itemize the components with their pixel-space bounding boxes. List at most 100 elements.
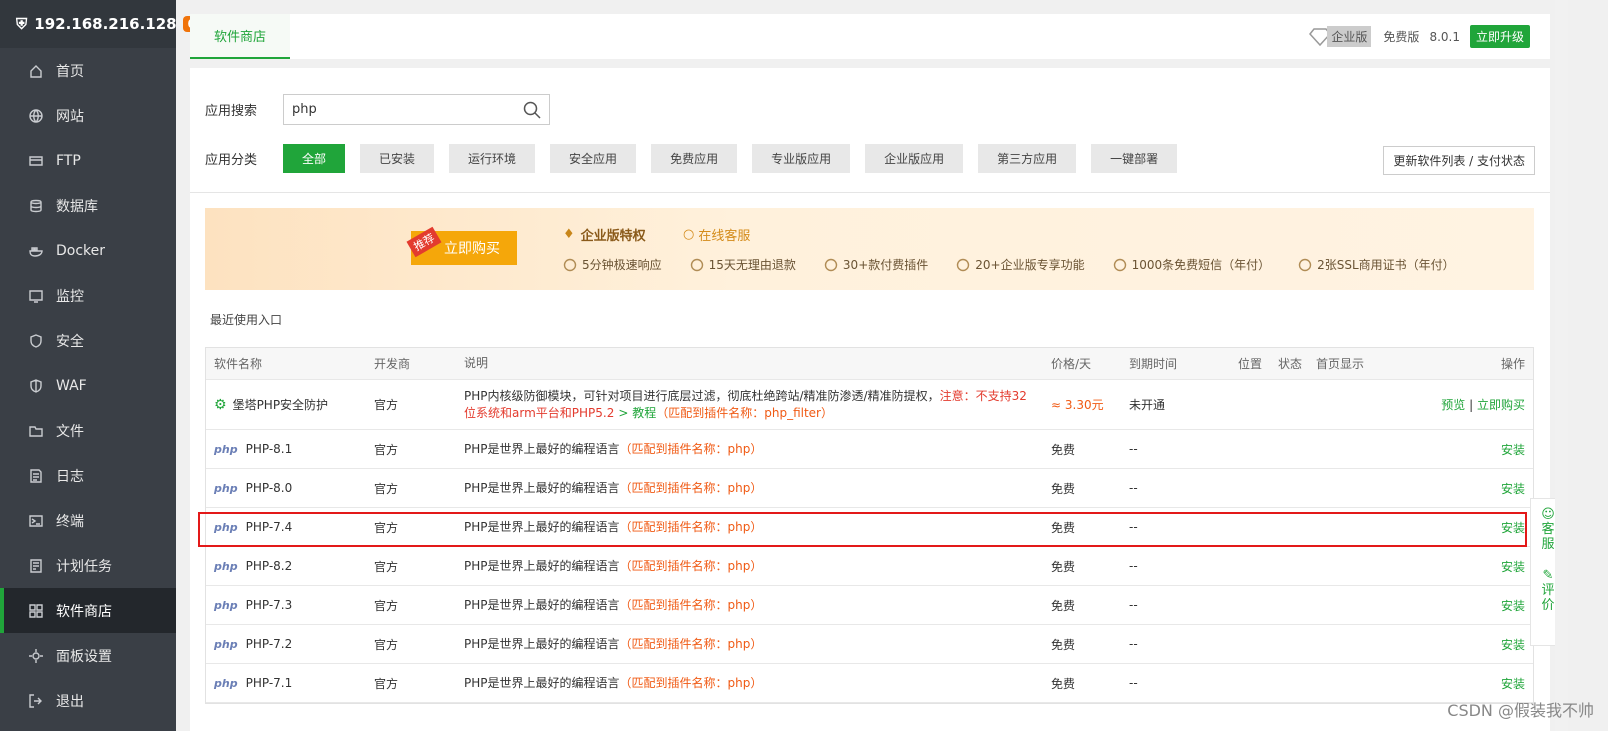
table-row: php PHP-7.4 官方 PHP是世界上最好的编程语言（匹配到插件名称：php） 免… bbox=[206, 508, 1533, 547]
column-header: 位置 bbox=[1238, 357, 1263, 371]
table-row: php PHP-8.2 官方 PHP是世界上最好的编程语言（匹配到插件名称：php） 免… bbox=[206, 547, 1533, 586]
sidebar-item-label: 面板设置 bbox=[56, 648, 112, 665]
install-button[interactable]: 安装 bbox=[1376, 597, 1533, 614]
category-button[interactable]: 全部 bbox=[283, 144, 346, 173]
expire: -- bbox=[1129, 520, 1138, 534]
table-header: 软件名称 开发商 说明 价格/天 到期时间 位置 状态 首页显示 操作 bbox=[206, 348, 1533, 380]
buy-link[interactable]: 立即购买 bbox=[1477, 398, 1525, 412]
action-separator: | bbox=[1469, 398, 1474, 412]
refresh-list-button[interactable]: 更新软件列表 / 支付状态 bbox=[1383, 146, 1535, 175]
customer-service-button[interactable]: ☺ 客 服 bbox=[1541, 499, 1555, 560]
install-button[interactable]: 安装 bbox=[1376, 480, 1533, 497]
enterprise-privileges: ♦ 企业版特权 bbox=[563, 225, 646, 244]
scrollbar[interactable] bbox=[1555, 0, 1568, 731]
terminal-icon bbox=[29, 514, 43, 527]
category-button[interactable]: 企业版应用 bbox=[865, 144, 964, 173]
column-header: 开发商 bbox=[374, 357, 411, 371]
software-name[interactable]: 堡塔PHP安全防护 bbox=[233, 396, 329, 413]
sidebar-item-0[interactable]: 首页 bbox=[0, 48, 176, 93]
search-icon[interactable] bbox=[523, 101, 541, 119]
expire: -- bbox=[1129, 637, 1138, 651]
match-text: （匹配到插件名称：php） bbox=[619, 636, 763, 651]
top-bar: 软件商店 企业版 免费版 8.0.1 立即升级 bbox=[190, 14, 1550, 59]
install-button[interactable]: 安装 bbox=[1376, 558, 1533, 575]
install-button[interactable]: 安装 bbox=[1376, 441, 1533, 458]
table-row: php PHP-7.1 官方 PHP是世界上最好的编程语言（匹配到插件名称：php） 免… bbox=[206, 664, 1533, 703]
sidebar-item-11[interactable]: 计划任务 bbox=[0, 543, 176, 588]
monitor-icon bbox=[29, 289, 43, 303]
sidebar-item-label: 首页 bbox=[56, 63, 84, 80]
category-button[interactable]: 已安装 bbox=[360, 144, 435, 173]
search-label: 应用搜索 bbox=[205, 104, 258, 119]
crown-icon: ♦ bbox=[563, 227, 575, 242]
php-logo-icon: php bbox=[214, 598, 238, 612]
upgrade-button[interactable]: 立即升级 bbox=[1469, 25, 1530, 48]
perk-label: 20+企业版专享功能 bbox=[975, 258, 1085, 272]
php-firewall-icon: ⚙ bbox=[214, 396, 227, 413]
perk-label: 30+款付费插件 bbox=[842, 258, 929, 272]
tab-software-store[interactable]: 软件商店 bbox=[190, 14, 291, 59]
perk-label: 2张SSL商用证书（年付） bbox=[1317, 258, 1455, 272]
software-name[interactable]: PHP-8.1 bbox=[246, 442, 293, 456]
install-button[interactable]: 安装 bbox=[1376, 519, 1533, 536]
install-button[interactable]: 安装 bbox=[1376, 636, 1533, 653]
match-text: （匹配到插件名称：php） bbox=[619, 597, 763, 612]
enterprise-label[interactable]: 企业版 bbox=[1327, 26, 1372, 47]
sidebar-item-8[interactable]: 文件 bbox=[0, 408, 176, 453]
sidebar-item-label: 计划任务 bbox=[56, 558, 112, 575]
category-button[interactable]: 专业版应用 bbox=[752, 144, 851, 173]
column-header: 状态 bbox=[1278, 357, 1303, 371]
software-name[interactable]: PHP-7.4 bbox=[246, 520, 293, 534]
php-logo-icon: php bbox=[214, 559, 238, 573]
preview-link[interactable]: 预览 bbox=[1441, 398, 1465, 412]
sidebar-item-2[interactable]: FTP bbox=[0, 138, 176, 183]
folder-icon bbox=[29, 425, 43, 437]
sidebar-item-label: 监控 bbox=[56, 288, 84, 305]
sidebar-item-9[interactable]: 日志 bbox=[0, 453, 176, 498]
perk-item: 30+款付费插件 bbox=[824, 256, 928, 273]
category-button[interactable]: 免费应用 bbox=[651, 144, 738, 173]
software-name[interactable]: PHP-7.3 bbox=[246, 598, 293, 612]
sidebar-item-1[interactable]: 网站 bbox=[0, 93, 176, 138]
diamond-icon bbox=[957, 258, 970, 271]
sidebar-item-label: 日志 bbox=[56, 468, 84, 485]
category-button[interactable]: 运行环境 bbox=[449, 144, 536, 173]
online-service-label: 在线客服 bbox=[698, 229, 751, 244]
sidebar-item-12[interactable]: 软件商店 bbox=[0, 588, 176, 633]
match-text: （匹配到插件名称：php） bbox=[619, 480, 763, 495]
description: PHP是世界上最好的编程语言（匹配到插件名称：php） bbox=[456, 441, 1043, 458]
sidebar-item-6[interactable]: 安全 bbox=[0, 318, 176, 363]
category-button[interactable]: 一键部署 bbox=[1091, 144, 1178, 173]
mail-icon bbox=[1113, 258, 1126, 271]
sidebar-item-5[interactable]: 监控 bbox=[0, 273, 176, 318]
online-service-link[interactable]: ○ 在线客服 bbox=[683, 225, 750, 244]
sidebar-item-3[interactable]: 数据库 bbox=[0, 183, 176, 228]
watermark: CSDN @假装我不帅 bbox=[1447, 701, 1594, 720]
description-text: PHP是世界上最好的编程语言 bbox=[464, 597, 620, 612]
tutorial-link[interactable]: > 教程 bbox=[618, 406, 656, 420]
sidebar-item-10[interactable]: 终端 bbox=[0, 498, 176, 543]
price: 免费 bbox=[1051, 520, 1076, 535]
match-text: （匹配到插件名称：php） bbox=[619, 558, 763, 573]
sidebar-item-13[interactable]: 面板设置 bbox=[0, 633, 176, 678]
software-name[interactable]: PHP-8.0 bbox=[246, 481, 293, 495]
sidebar-item-4[interactable]: Docker bbox=[0, 228, 176, 273]
review-button[interactable]: ✎ 评 价 bbox=[1541, 560, 1554, 621]
sidebar-item-14[interactable]: 退出 bbox=[0, 678, 176, 723]
software-name[interactable]: PHP-7.2 bbox=[246, 637, 293, 651]
column-header: 首页显示 bbox=[1316, 357, 1365, 371]
search-input[interactable]: php bbox=[283, 94, 550, 125]
developer: 官方 bbox=[374, 598, 399, 613]
search-value: php bbox=[292, 102, 317, 117]
buy-now-label: 立即购买 bbox=[444, 241, 500, 257]
sidebar-item-label: 软件商店 bbox=[56, 603, 112, 620]
install-button[interactable]: 安装 bbox=[1376, 675, 1533, 692]
sidebar-item-7[interactable]: WAF bbox=[0, 363, 176, 408]
software-name[interactable]: PHP-8.2 bbox=[246, 559, 293, 573]
expire: -- bbox=[1129, 442, 1138, 456]
software-name[interactable]: PHP-7.1 bbox=[246, 676, 293, 690]
category-button[interactable]: 第三方应用 bbox=[978, 144, 1077, 173]
category-button[interactable]: 安全应用 bbox=[550, 144, 637, 173]
buy-now-button[interactable]: 推荐 立即购买 bbox=[406, 226, 517, 265]
chat-icon: ○ bbox=[683, 227, 695, 242]
